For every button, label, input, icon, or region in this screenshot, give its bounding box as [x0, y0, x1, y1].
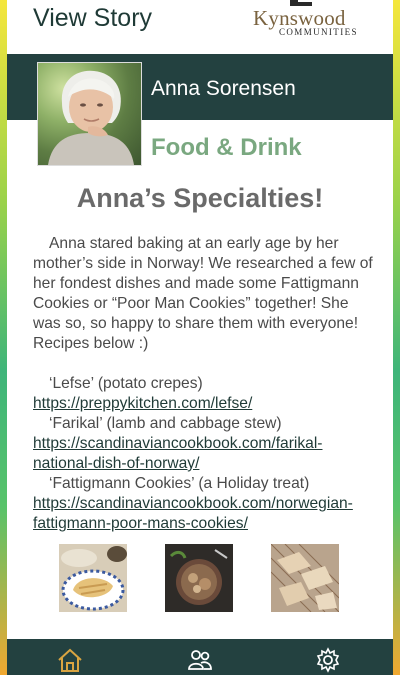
top-bar: View Story Kynswood COMMUNITIES: [7, 0, 393, 52]
people-icon[interactable]: [187, 647, 213, 673]
recipe-link[interactable]: https://preppykitchen.com/lefse/: [33, 395, 252, 412]
page-title: View Story: [33, 4, 153, 32]
story-category: Food & Drink: [151, 134, 302, 161]
avatar: [37, 62, 142, 166]
settings-icon[interactable]: [315, 647, 341, 673]
recipe-item: ‘Lefse’ (potato crepes) https://preppyki…: [33, 374, 373, 414]
story-paragraph-text: Anna stared baking at an early age by he…: [33, 235, 373, 352]
recipe-list: ‘Lefse’ (potato crepes) https://preppyki…: [33, 374, 373, 534]
story-paragraph: Anna stared baking at an early age by he…: [33, 234, 373, 354]
fattigmann-photo[interactable]: [271, 544, 339, 612]
home-icon[interactable]: [57, 647, 83, 673]
bottom-nav: [7, 639, 393, 675]
story-body: Anna stared baking at an early age by he…: [33, 234, 373, 534]
app-frame: View Story Kynswood COMMUNITIES Anna Sor…: [7, 0, 393, 675]
profile-name: Anna Sorensen: [151, 77, 296, 100]
recipe-link[interactable]: https://scandinaviancookbook.com/farikal…: [33, 435, 323, 472]
recipe-link[interactable]: https://scandinaviancookbook.com/norwegi…: [33, 495, 353, 532]
story-headline: Anna’s Specialties!: [76, 183, 324, 213]
farikal-photo[interactable]: [165, 544, 233, 612]
recipe-item: ‘Farikal’ (lamb and cabbage stew) https:…: [33, 414, 373, 474]
recipe-item: ‘Fattigmann Cookies’ (a Holiday treat) h…: [33, 474, 373, 534]
lefse-photo[interactable]: [59, 544, 127, 612]
kynswood-logo: Kynswood COMMUNITIES: [251, 0, 379, 42]
logo-subtitle: COMMUNITIES: [279, 27, 358, 37]
portrait-image: [48, 70, 134, 165]
recipe-name: ‘Farikal’ (lamb and cabbage stew): [49, 415, 282, 432]
recipe-name: ‘Fattigmann Cookies’ (a Holiday treat): [49, 475, 310, 492]
recipe-name: ‘Lefse’ (potato crepes): [49, 375, 203, 392]
photo-gallery: [7, 544, 393, 612]
